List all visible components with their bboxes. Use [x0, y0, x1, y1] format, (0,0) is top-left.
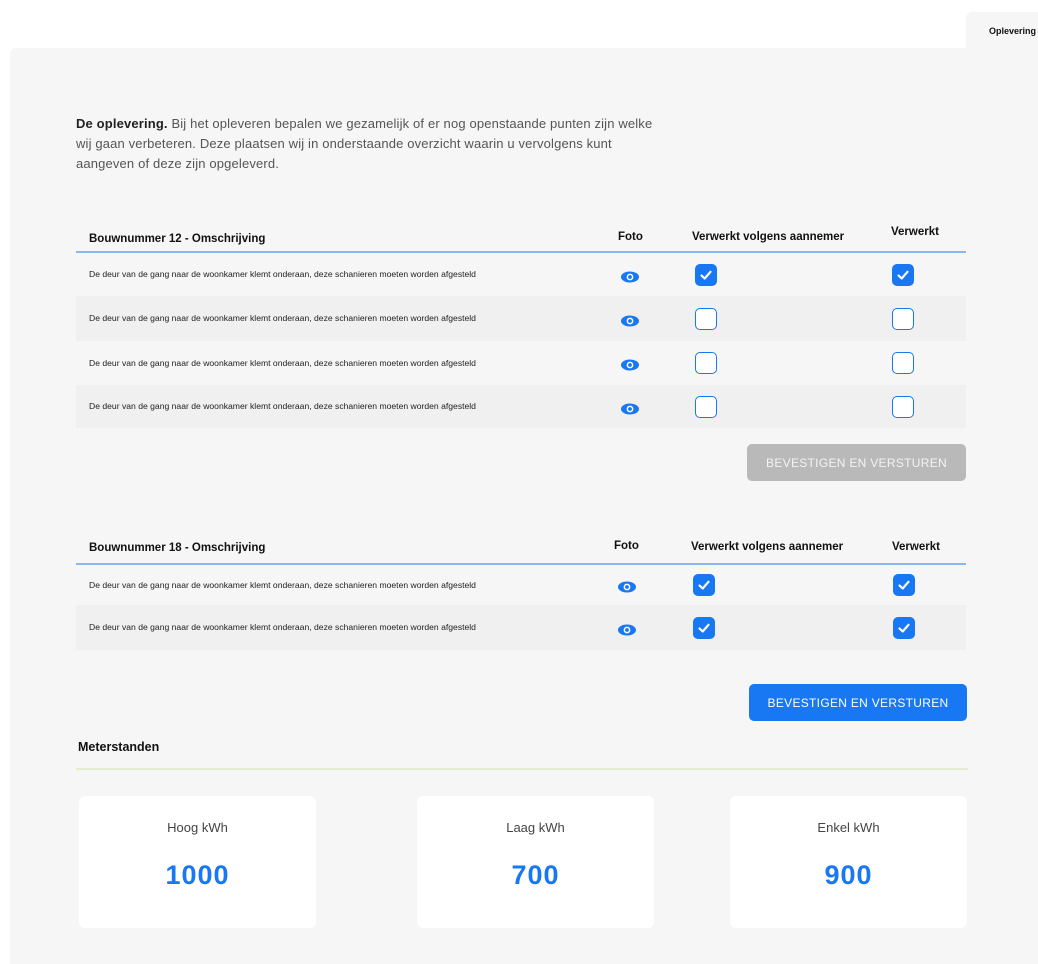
- checkmark-icon: [898, 623, 910, 633]
- checkbox-verwerkt-aannemer[interactable]: [695, 308, 717, 330]
- table-row: De deur van de gang naar de woonkamer kl…: [76, 341, 966, 385]
- tab-oplevering[interactable]: Oplevering: [966, 12, 1038, 50]
- table-header: Bouwnummer 18 - Omschrijving Foto Verwer…: [76, 537, 966, 565]
- eye-icon[interactable]: [617, 577, 637, 597]
- column-verwerkt: Verwerkt: [892, 541, 940, 553]
- row-description: De deur van de gang naar de woonkamer kl…: [89, 313, 476, 323]
- meter-card-laag: Laag kWh 700: [417, 796, 654, 928]
- column-verwerkt-aannemer: Verwerkt volgens aannemer: [691, 541, 844, 553]
- checkbox-verwerkt-aannemer[interactable]: [695, 396, 717, 418]
- column-verwerkt-aannemer: Verwerkt volgens aannemer: [692, 231, 845, 243]
- meter-label: Enkel kWh: [817, 820, 880, 835]
- table-row: De deur van de gang naar de woonkamer kl…: [76, 565, 966, 605]
- meter-card-hoog: Hoog kWh 1000: [79, 796, 316, 928]
- section-title-meterstanden: Meterstanden: [78, 740, 160, 754]
- table-header: Bouwnummer 12 - Omschrijving Foto Verwer…: [76, 225, 966, 253]
- row-description: De deur van de gang naar de woonkamer kl…: [89, 580, 476, 590]
- eye-icon[interactable]: [620, 399, 640, 419]
- column-foto: Foto: [618, 231, 643, 243]
- table-row: De deur van de gang naar de woonkamer kl…: [76, 253, 966, 296]
- defects-table-1: Bouwnummer 12 - Omschrijving Foto Verwer…: [76, 225, 966, 428]
- meter-card-enkel: Enkel kWh 900: [730, 796, 967, 928]
- checkbox-verwerkt-aannemer[interactable]: [695, 352, 717, 374]
- table-body: De deur van de gang naar de woonkamer kl…: [76, 565, 966, 650]
- checkbox-verwerkt-aannemer[interactable]: [693, 617, 715, 639]
- confirm-send-button-1[interactable]: BEVESTIGEN EN VERSTUREN: [747, 444, 966, 481]
- eye-icon[interactable]: [617, 620, 637, 640]
- column-foto: Foto: [614, 540, 639, 552]
- divider: [76, 768, 968, 770]
- table-row: De deur van de gang naar de woonkamer kl…: [76, 605, 966, 650]
- intro-paragraph: De oplevering. Bij het opleveren bepalen…: [76, 114, 656, 174]
- checkbox-verwerkt[interactable]: [892, 396, 914, 418]
- column-omschrijving: Bouwnummer 12 - Omschrijving: [89, 233, 266, 245]
- checkbox-verwerkt[interactable]: [892, 264, 914, 286]
- checkmark-icon: [700, 270, 712, 280]
- meter-label: Hoog kWh: [167, 820, 228, 835]
- checkmark-icon: [897, 270, 909, 280]
- checkmark-icon: [898, 580, 910, 590]
- eye-icon[interactable]: [620, 311, 640, 331]
- checkmark-icon: [698, 580, 710, 590]
- checkbox-verwerkt-aannemer[interactable]: [693, 574, 715, 596]
- table-row: De deur van de gang naar de woonkamer kl…: [76, 385, 966, 428]
- confirm-send-button-2[interactable]: BEVESTIGEN EN VERSTUREN: [749, 684, 967, 721]
- row-description: De deur van de gang naar de woonkamer kl…: [89, 401, 476, 411]
- checkbox-verwerkt[interactable]: [893, 574, 915, 596]
- checkbox-verwerkt[interactable]: [893, 617, 915, 639]
- checkbox-verwerkt-aannemer[interactable]: [695, 264, 717, 286]
- checkbox-verwerkt[interactable]: [892, 352, 914, 374]
- intro-title: De oplevering.: [76, 116, 168, 131]
- row-description: De deur van de gang naar de woonkamer kl…: [89, 358, 476, 368]
- column-omschrijving: Bouwnummer 18 - Omschrijving: [89, 542, 266, 554]
- meter-label: Laag kWh: [506, 820, 565, 835]
- checkmark-icon: [698, 623, 710, 633]
- meter-value: 900: [824, 860, 873, 890]
- eye-icon[interactable]: [620, 267, 640, 287]
- meter-value: 1000: [165, 860, 230, 890]
- row-description: De deur van de gang naar de woonkamer kl…: [89, 269, 476, 279]
- checkbox-verwerkt[interactable]: [892, 308, 914, 330]
- meter-value: 700: [511, 860, 560, 890]
- defects-table-2: Bouwnummer 18 - Omschrijving Foto Verwer…: [76, 537, 966, 650]
- column-verwerkt: Verwerkt: [891, 226, 939, 238]
- row-description: De deur van de gang naar de woonkamer kl…: [89, 622, 476, 632]
- table-body: De deur van de gang naar de woonkamer kl…: [76, 253, 966, 428]
- eye-icon[interactable]: [620, 355, 640, 375]
- table-row: De deur van de gang naar de woonkamer kl…: [76, 296, 966, 341]
